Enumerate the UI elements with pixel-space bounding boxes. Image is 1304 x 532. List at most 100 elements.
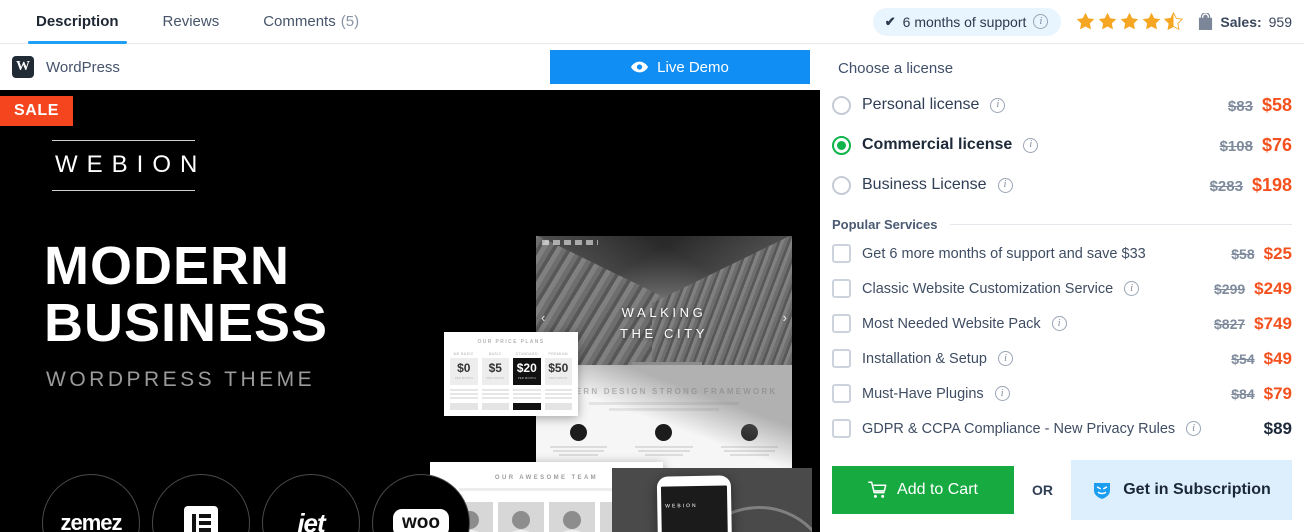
or-separator: OR [1032,482,1053,498]
plan-caption: ME BASIC [453,352,474,356]
service-gdpr-prices: $89 [1264,419,1292,439]
tab-bar: Description Reviews Comments (5) [0,0,381,44]
carousel-next-icon[interactable]: › [783,310,787,325]
plan-amount: $0 [457,361,471,375]
hero-headline-line2: BUSINESS [44,293,329,354]
pricing-plan: ME BASIC $0 PER MONTH [450,352,478,410]
info-icon[interactable]: i [1023,137,1039,153]
plan-button [481,402,509,410]
license-section-title: Choose a license [838,60,954,77]
tab-reviews[interactable]: Reviews [141,0,242,43]
license-commercial-prices: $108 $76 [1220,135,1292,156]
checkbox-website-pack[interactable] [832,314,851,333]
screenshot-pricing-table: OUR PRICE PLANS ME BASIC $0 PER MONTH BA… [444,332,578,416]
carousel-prev-icon[interactable]: ‹ [541,310,545,325]
price-old: $83 [1227,97,1253,115]
checkbox-plugins[interactable] [832,384,851,403]
preview-column: W WordPress Live Demo SALE WEBION MODERN… [0,44,820,532]
tab-description[interactable]: Description [14,0,141,44]
hero-headline: MODERN BUSINESS [44,237,329,354]
info-icon[interactable]: i [1051,316,1067,331]
radio-business[interactable] [832,175,851,195]
elementor-icon [184,506,218,532]
phone-logo-text: WEBION [665,502,698,510]
service-row-customization[interactable]: Classic Website Customization Service i … [832,271,1292,306]
eye-icon [631,61,649,73]
product-page: Description Reviews Comments (5) ✔ 6 mon… [0,0,1304,532]
rating-stars[interactable] [1075,11,1184,32]
plan-caption: BASIC [488,352,502,356]
city-hero-line1: WALKING [621,305,707,320]
service-support-prices: $58 $25 [1231,244,1292,264]
tab-comments[interactable]: Comments (5) [241,0,381,43]
theme-preview[interactable]: SALE WEBION MODERN BUSINESS WORDPRESS TH… [0,90,820,532]
preview-header: W WordPress Live Demo [0,44,820,90]
price-old: $283 [1209,177,1243,195]
radio-commercial[interactable] [832,135,851,155]
services-header: Popular Services [832,217,1292,232]
page-body: W WordPress Live Demo SALE WEBION MODERN… [0,44,1304,532]
top-bar: Description Reviews Comments (5) ✔ 6 mon… [0,0,1304,44]
radio-personal[interactable] [832,95,851,115]
service-support-label: Get 6 more months of support and save $3… [862,245,1146,262]
get-in-subscription-button[interactable]: Get in Subscription [1071,460,1292,520]
info-icon[interactable]: i [997,351,1013,366]
brand-badge-elementor [152,474,250,532]
service-row-gdpr[interactable]: GDPR & CCPA Compliance - New Privacy Rul… [832,411,1292,446]
license-option-business[interactable]: Business License i $283 $198 [832,165,1292,205]
license-option-personal[interactable]: Personal license i $83 $58 [832,85,1292,125]
plan-button [450,402,478,410]
service-row-support[interactable]: Get 6 more months of support and save $3… [832,236,1292,271]
checkbox-customization[interactable] [832,279,851,298]
info-icon[interactable]: i [1186,421,1202,436]
star-icon-full [1077,12,1095,30]
checkbox-installation[interactable] [832,349,851,368]
pricing-title: OUR PRICE PLANS [477,339,545,345]
sales-value: 959 [1268,13,1292,30]
checkbox-gdpr[interactable] [832,419,851,438]
team-subline [458,488,635,491]
price-new: $749 [1254,313,1292,333]
live-demo-button[interactable]: Live Demo [550,50,810,84]
price-old: $108 [1219,137,1253,155]
check-icon: ✔ [884,13,896,29]
license-option-commercial[interactable]: Commercial license i $108 $76 [832,125,1292,165]
license-business-label: Business License [862,176,987,193]
service-customization-label: Classic Website Customization Service [862,280,1114,297]
brand-badge-jet: jet [262,474,360,532]
team-member-photo [498,502,544,532]
price-old: $54 [1231,350,1255,367]
price-new: $25 [1263,243,1292,263]
price-new: $89 [1263,418,1292,438]
info-icon[interactable]: i [994,386,1010,401]
plan-caption: STANDARD [515,352,538,356]
price-old: $84 [1231,385,1255,402]
service-row-installation[interactable]: Installation & Setup i $54 $49 [832,341,1292,376]
logo-rule-bottom [52,190,195,191]
action-bar: Add to Cart OR Get in Subscription [832,460,1292,520]
tab-reviews-label: Reviews [162,13,220,30]
license-personal-label: Personal license [862,96,980,113]
top-bar-right: ✔ 6 months of support i Sales: 959 [872,0,1304,43]
support-badge[interactable]: ✔ 6 months of support i [872,7,1062,36]
star-icon-half [1164,11,1184,31]
shield-icon [1094,483,1111,499]
info-icon[interactable]: i [1124,281,1140,296]
live-demo-label: Live Demo [657,58,729,76]
info-icon[interactable]: i [997,177,1013,193]
sales-label: Sales: [1220,13,1262,30]
star-icon-full [1121,12,1139,30]
service-row-plugins[interactable]: Must-Have Plugins i $84 $79 [832,376,1292,411]
tab-comments-label: Comments [263,13,336,30]
service-website-pack-label: Most Needed Website Pack [862,315,1041,332]
info-icon[interactable]: i [990,97,1006,113]
plan-box: $5 PER MONTH [481,358,509,385]
checkbox-support[interactable] [832,244,851,263]
services-title: Popular Services [832,217,938,232]
info-icon[interactable]: i [1033,14,1049,29]
add-to-cart-button[interactable]: Add to Cart [832,466,1014,514]
pricing-plan: PREMIUM $50 PER MONTH [544,352,572,410]
brand-badge-woo: woo [372,474,470,532]
service-row-website-pack[interactable]: Most Needed Website Pack i $827 $749 [832,306,1292,341]
shopping-cart-icon [868,481,887,498]
